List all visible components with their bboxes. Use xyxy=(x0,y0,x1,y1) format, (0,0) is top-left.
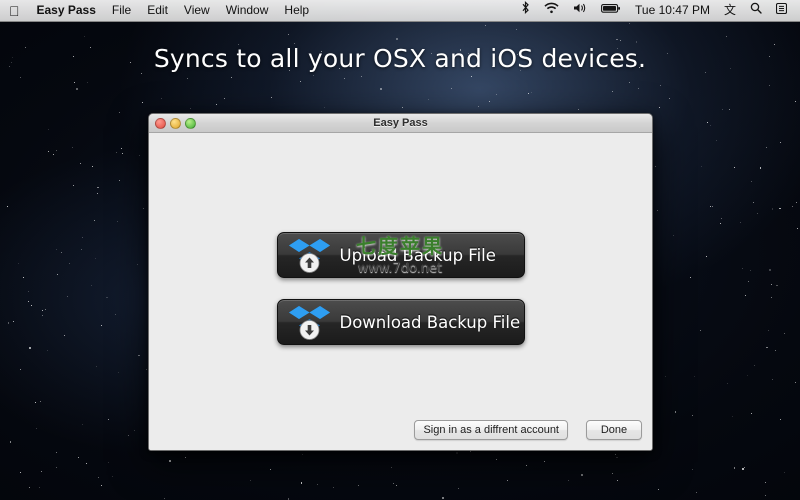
minimize-button[interactable] xyxy=(170,117,181,129)
download-backup-file-button[interactable]: Download Backup File xyxy=(276,299,525,345)
apple-menu-icon[interactable]:  xyxy=(0,1,29,21)
app-window: Easy Pass Upload Backup File Download Ba… xyxy=(148,113,653,451)
sign-in-different-account-button[interactable]: Sign in as a diffrent account xyxy=(414,420,568,440)
done-button[interactable]: Done xyxy=(586,420,642,440)
menu-item-edit[interactable]: Edit xyxy=(139,0,176,21)
menu-item-file[interactable]: File xyxy=(104,0,139,21)
zoom-button[interactable] xyxy=(185,117,196,129)
wifi-icon[interactable] xyxy=(537,0,566,21)
page-headline: Syncs to all your OSX and iOS devices. xyxy=(153,44,647,73)
battery-icon[interactable] xyxy=(594,0,628,21)
spotlight-search-icon[interactable] xyxy=(743,0,769,21)
menu-item-view[interactable]: View xyxy=(176,0,218,21)
menu-bar-left:  Easy Pass File Edit View Window Help xyxy=(0,0,317,21)
download-button-label: Download Backup File xyxy=(339,312,521,332)
window-controls xyxy=(149,117,196,129)
upload-backup-file-button[interactable]: Upload Backup File xyxy=(276,232,525,278)
close-button[interactable] xyxy=(155,117,166,129)
window-title: Easy Pass xyxy=(373,117,428,129)
bluetooth-icon[interactable] xyxy=(514,0,537,21)
menu-bar-status-area: Tue 10:47 PM 文 xyxy=(514,0,800,21)
menu-bar:  Easy Pass File Edit View Window Help T… xyxy=(0,0,800,22)
desktop:  Easy Pass File Edit View Window Help T… xyxy=(0,0,800,500)
volume-icon[interactable] xyxy=(566,0,594,21)
menu-item-help[interactable]: Help xyxy=(276,0,317,21)
notification-center-icon[interactable] xyxy=(769,0,794,21)
dropbox-upload-icon xyxy=(288,236,332,274)
menu-item-easy-pass[interactable]: Easy Pass xyxy=(29,0,104,21)
input-source-icon[interactable]: 文 xyxy=(717,0,743,21)
window-titlebar: Easy Pass xyxy=(149,114,652,133)
dropbox-download-icon xyxy=(288,303,332,341)
menu-bar-clock[interactable]: Tue 10:47 PM xyxy=(628,0,717,21)
upload-button-label: Upload Backup File xyxy=(339,245,496,265)
window-content: Upload Backup File Download Backup File … xyxy=(149,133,652,450)
menu-item-window[interactable]: Window xyxy=(218,0,277,21)
